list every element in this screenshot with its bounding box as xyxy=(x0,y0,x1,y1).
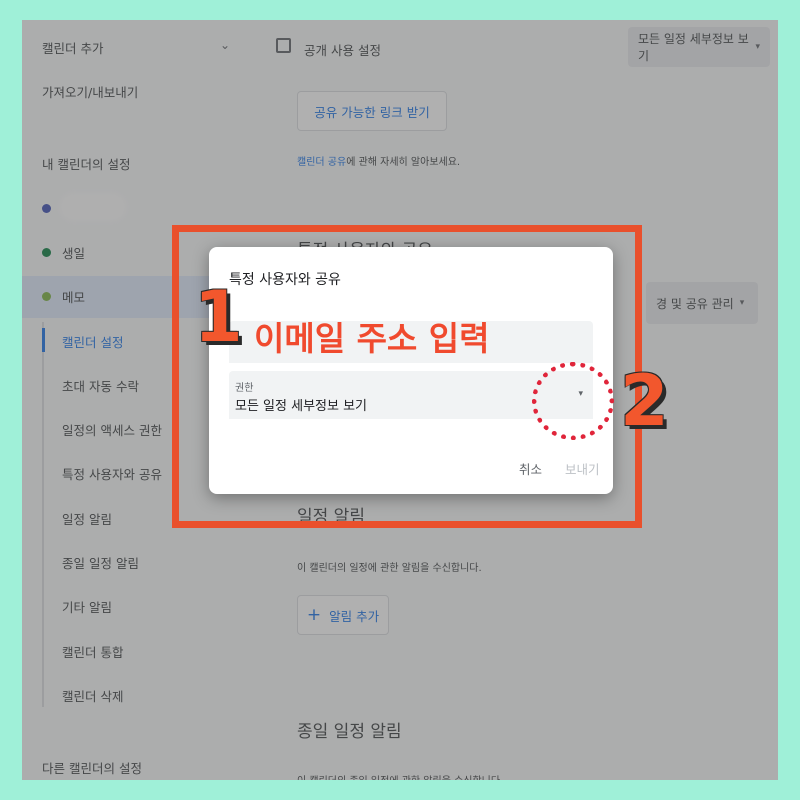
step-1-number: 1 xyxy=(194,276,243,358)
step-2-number: 2 xyxy=(620,360,669,442)
step-1-text: 이메일 주소 입력 xyxy=(254,319,490,358)
dropdown-highlight-circle xyxy=(532,362,614,440)
settings-screen: 캘린더 추가 ⌄ 가져오기/내보내기 내 캘린더의 설정 생일 메모 캘린더 설… xyxy=(22,20,778,780)
